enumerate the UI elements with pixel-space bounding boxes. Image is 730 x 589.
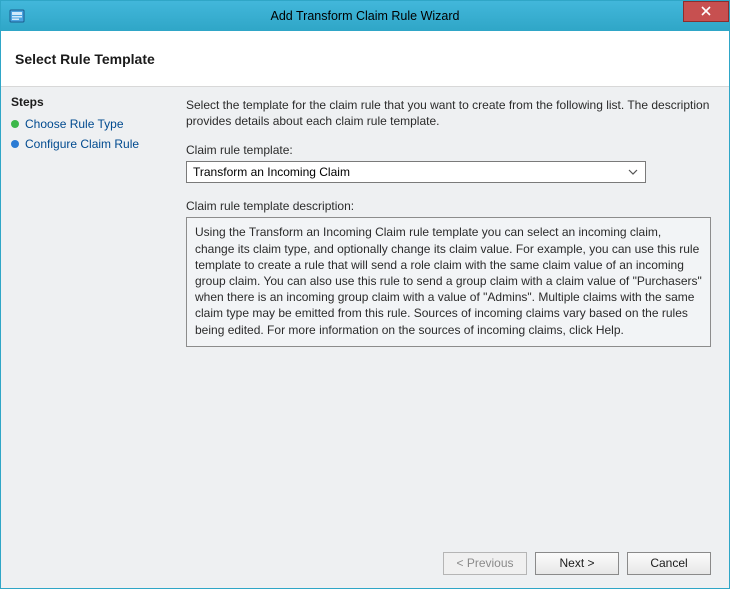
- page-title: Select Rule Template: [15, 51, 155, 67]
- step-bullet-icon: [11, 120, 19, 128]
- chevron-down-icon: [625, 169, 641, 175]
- step-bullet-icon: [11, 140, 19, 148]
- header-band: Select Rule Template: [1, 31, 729, 87]
- template-description-box: Using the Transform an Incoming Claim ru…: [186, 217, 711, 346]
- template-field-label: Claim rule template:: [186, 143, 711, 157]
- titlebar: Add Transform Claim Rule Wizard: [1, 1, 729, 31]
- intro-text: Select the template for the claim rule t…: [186, 97, 711, 129]
- spacer: [186, 347, 711, 532]
- close-button[interactable]: [683, 1, 729, 22]
- wizard-app-icon: [9, 8, 25, 24]
- steps-sidebar: Steps Choose Rule Type Configure Claim R…: [1, 87, 176, 544]
- steps-heading: Steps: [11, 95, 168, 109]
- next-button[interactable]: Next >: [535, 552, 619, 575]
- previous-button: < Previous: [443, 552, 527, 575]
- step-configure-claim-rule[interactable]: Configure Claim Rule: [9, 135, 168, 155]
- claim-rule-template-select[interactable]: Transform an Incoming Claim: [186, 161, 646, 183]
- select-value: Transform an Incoming Claim: [193, 165, 625, 179]
- wizard-button-row: < Previous Next > Cancel: [1, 544, 729, 588]
- step-label: Choose Rule Type: [25, 117, 124, 131]
- close-icon: [701, 5, 711, 18]
- step-choose-rule-type[interactable]: Choose Rule Type: [9, 115, 168, 135]
- step-label: Configure Claim Rule: [25, 137, 139, 151]
- wizard-window: Add Transform Claim Rule Wizard Select R…: [0, 0, 730, 589]
- main-panel: Select the template for the claim rule t…: [176, 87, 729, 544]
- description-field-label: Claim rule template description:: [186, 199, 711, 213]
- wizard-body: Steps Choose Rule Type Configure Claim R…: [1, 87, 729, 544]
- cancel-button[interactable]: Cancel: [627, 552, 711, 575]
- window-title: Add Transform Claim Rule Wizard: [1, 9, 729, 23]
- template-description-text: Using the Transform an Incoming Claim ru…: [195, 225, 702, 336]
